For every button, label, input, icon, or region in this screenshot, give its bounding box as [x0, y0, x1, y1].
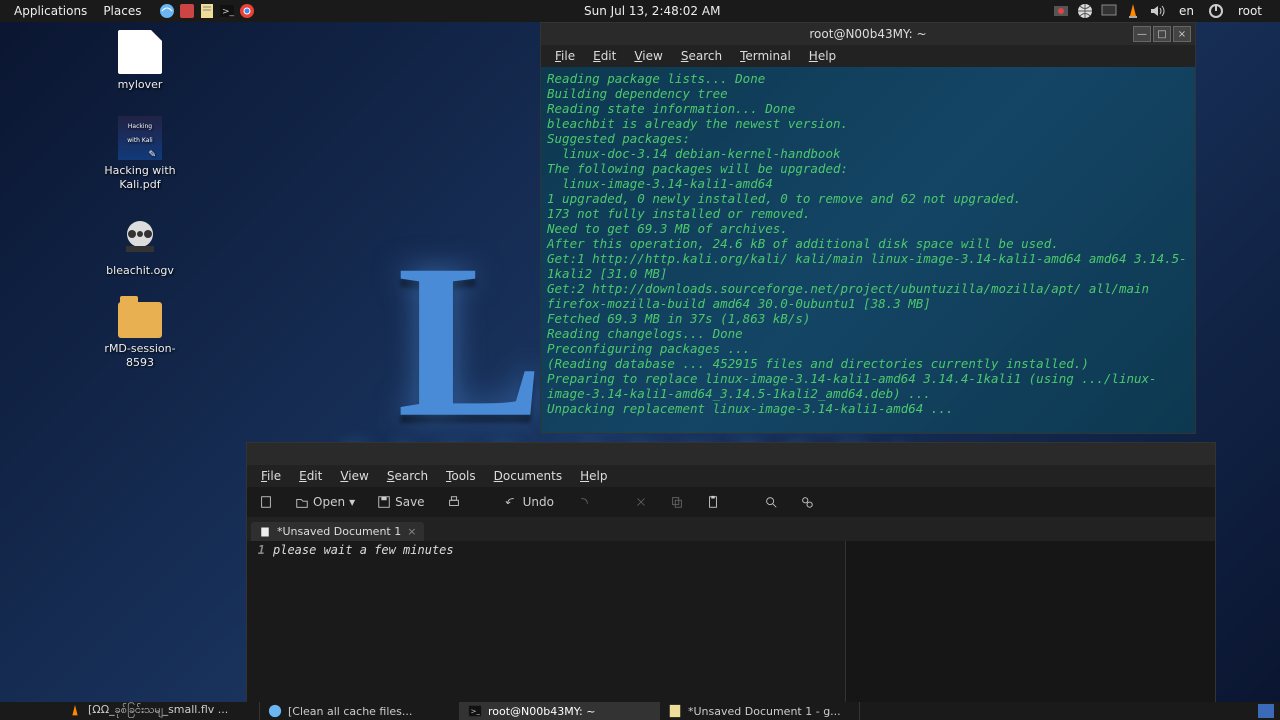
screen-icon[interactable] — [1101, 3, 1117, 19]
terminal-menu-search[interactable]: Search — [673, 49, 730, 63]
terminal-menu-terminal[interactable]: Terminal — [732, 49, 799, 63]
gedit-sidepanel — [845, 541, 1215, 703]
terminal-title: root@N00b43MY: ~ — [809, 27, 926, 41]
gedit-menubar: File Edit View Search Tools Documents He… — [247, 465, 1215, 487]
desktop-icon-hacking-with-kali[interactable]: Hacking with Kali✎ Hacking with Kali.pdf — [95, 116, 185, 192]
task-entry-gedit[interactable]: *Unsaved Document 1 - g... — [660, 702, 860, 720]
new-file-button[interactable] — [253, 491, 279, 513]
undo-button[interactable]: Undo — [499, 491, 560, 513]
find-replace-button[interactable] — [794, 491, 820, 513]
svg-text:>_: >_ — [222, 7, 235, 17]
power-icon[interactable] — [1208, 3, 1224, 19]
terminal-titlebar[interactable]: root@N00b43MY: ~ — □ × — [541, 23, 1195, 45]
desktop-icon-rmd-session[interactable]: rMD-session-8593 — [95, 302, 185, 370]
app-launcher-icon[interactable] — [179, 3, 195, 19]
task-entry-browser[interactable]: [Clean all cache files... — [260, 702, 460, 720]
tab-close-icon[interactable]: × — [407, 525, 416, 538]
folder-icon — [118, 302, 162, 338]
pdf-icon: Hacking with Kali✎ — [118, 116, 162, 160]
copy-button[interactable] — [664, 491, 690, 513]
desktop-icons: mylover Hacking with Kali✎ Hacking with … — [95, 30, 185, 370]
applications-menu[interactable]: Applications — [6, 4, 95, 18]
gedit-icon — [668, 704, 682, 718]
iceweasel-icon[interactable] — [159, 3, 175, 19]
terminal-window: root@N00b43MY: ~ — □ × File Edit View Se… — [540, 22, 1196, 434]
show-desktop-icon[interactable] — [1258, 704, 1274, 718]
keyboard-layout[interactable]: en — [1173, 4, 1200, 18]
document-icon — [259, 526, 271, 538]
record-icon[interactable] — [1053, 3, 1069, 19]
gedit-toolbar: Open ▾ Save Undo — [247, 487, 1215, 517]
gedit-menu-help[interactable]: Help — [572, 469, 615, 483]
volume-icon[interactable] — [1149, 3, 1165, 19]
paste-button[interactable] — [700, 491, 726, 513]
task-entry-vlc[interactable]: [ΩΩ_ခုစ်ခြင်းသမျ_small.flv ... — [60, 702, 260, 720]
terminal-output[interactable]: Reading package lists... Done Building d… — [541, 67, 1195, 433]
text-editor-icon[interactable] — [199, 3, 215, 19]
clock[interactable]: Sun Jul 13, 2:48:02 AM — [574, 4, 730, 18]
svg-text:>_: >_ — [471, 708, 481, 716]
gedit-menu-view[interactable]: View — [332, 469, 376, 483]
cut-button[interactable] — [628, 491, 654, 513]
gedit-titlebar[interactable] — [247, 443, 1215, 465]
taskbar: [ΩΩ_ခုစ်ခြင်းသမျ_small.flv ... [Clean al… — [0, 702, 1280, 720]
task-entry-terminal[interactable]: >_ root@N00b43MY: ~ — [460, 702, 660, 720]
save-button[interactable]: Save — [371, 491, 430, 513]
vlc-icon — [68, 704, 82, 718]
desktop-icon-bleachit-ogv[interactable]: bleachit.ogv — [95, 216, 185, 278]
terminal-menu-view[interactable]: View — [626, 49, 670, 63]
close-button[interactable]: × — [1173, 26, 1191, 42]
terminal-icon: >_ — [468, 704, 482, 718]
print-button[interactable] — [441, 491, 467, 513]
gedit-text[interactable]: please wait a few minutes — [269, 541, 845, 703]
gedit-menu-documents[interactable]: Documents — [486, 469, 570, 483]
chrome-icon[interactable] — [239, 3, 255, 19]
find-button[interactable] — [758, 491, 784, 513]
file-icon — [118, 30, 162, 74]
gedit-menu-tools[interactable]: Tools — [438, 469, 484, 483]
gedit-menu-edit[interactable]: Edit — [291, 469, 330, 483]
open-button[interactable]: Open ▾ — [289, 491, 361, 513]
terminal-launcher-icon[interactable]: >_ — [219, 3, 235, 19]
maximize-button[interactable]: □ — [1153, 26, 1171, 42]
terminal-menu-help[interactable]: Help — [801, 49, 844, 63]
video-icon — [118, 216, 162, 260]
terminal-menubar: File Edit View Search Terminal Help — [541, 45, 1195, 67]
gedit-menu-search[interactable]: Search — [379, 469, 436, 483]
browser-icon — [268, 704, 282, 718]
gedit-tab[interactable]: *Unsaved Document 1 × — [251, 522, 424, 541]
user-menu[interactable]: root — [1232, 4, 1268, 18]
gedit-tabs: *Unsaved Document 1 × — [247, 517, 1215, 541]
network-icon[interactable] — [1077, 3, 1093, 19]
minimize-button[interactable]: — — [1133, 26, 1151, 42]
terminal-menu-file[interactable]: File — [547, 49, 583, 63]
desktop-icon-mylover[interactable]: mylover — [95, 30, 185, 92]
top-panel: Applications Places >_ Sun Jul 13, 2:48:… — [0, 0, 1280, 22]
gedit-menu-file[interactable]: File — [253, 469, 289, 483]
redo-button[interactable] — [570, 491, 596, 513]
places-menu[interactable]: Places — [95, 4, 149, 18]
gedit-window: File Edit View Search Tools Documents He… — [246, 442, 1216, 704]
gedit-editor[interactable]: 1 please wait a few minutes — [247, 541, 1215, 703]
terminal-menu-edit[interactable]: Edit — [585, 49, 624, 63]
vlc-tray-icon[interactable] — [1125, 3, 1141, 19]
gedit-gutter: 1 — [247, 541, 269, 703]
